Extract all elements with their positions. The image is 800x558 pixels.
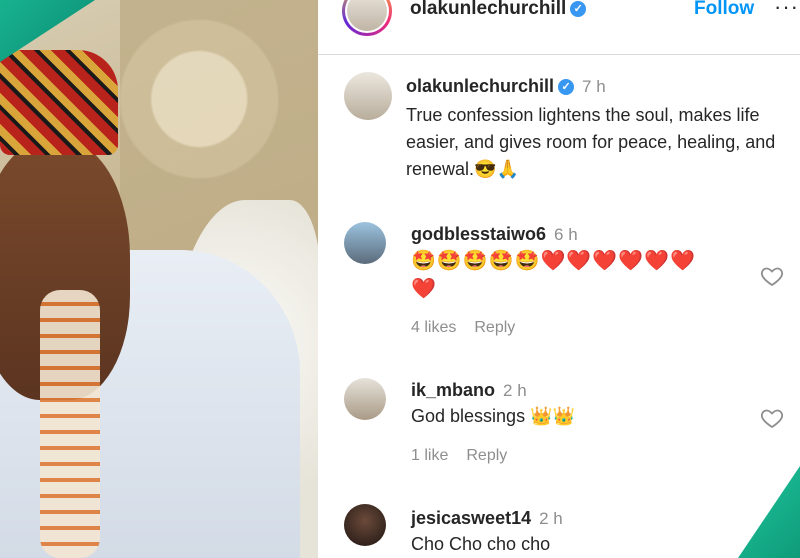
likes-count[interactable]: 4 likes — [411, 319, 456, 336]
follow-button[interactable]: Follow — [694, 0, 754, 20]
reply-button[interactable]: Reply — [474, 319, 515, 336]
author-avatar[interactable] — [342, 0, 392, 36]
comment-meta: 4 likes Reply — [411, 319, 533, 337]
comment-time: 2 h — [503, 381, 527, 400]
likes-count[interactable]: 1 like — [411, 447, 448, 464]
comment-text-line1: 🤩🤩🤩🤩🤩❤️❤️❤️❤️❤️❤️ — [411, 250, 696, 272]
verified-icon: ✓ — [558, 79, 575, 96]
comment-username[interactable]: ik_mbano 2 h — [411, 380, 527, 401]
post-header: olakunlechurchill ✓ Follow ··· — [318, 0, 800, 55]
caption-username[interactable]: olakunlechurchill ✓ 7 h — [406, 76, 606, 97]
like-heart-icon[interactable] — [760, 406, 784, 430]
comment-time: 2 h — [539, 509, 563, 528]
comment-avatar[interactable] — [344, 222, 386, 264]
coral-beads — [40, 290, 100, 558]
comment-text-line2: ❤️ — [411, 278, 437, 300]
comment-username[interactable]: godblesstaiwo6 6 h — [411, 224, 578, 245]
comment-time: 6 h — [554, 225, 578, 244]
caption-time: 7 h — [582, 77, 606, 96]
comments-panel: olakunlechurchill ✓ Follow ··· olakunlech… — [318, 0, 800, 558]
red-cap — [0, 50, 118, 155]
comment-avatar[interactable] — [344, 378, 386, 420]
reply-button[interactable]: Reply — [466, 447, 507, 464]
post-photo[interactable] — [0, 0, 318, 558]
verified-icon: ✓ — [570, 0, 587, 17]
comment-text: Cho Cho cho cho — [411, 534, 551, 554]
caption-avatar[interactable] — [344, 72, 392, 120]
comment-meta: 1 like Reply — [411, 447, 525, 465]
like-heart-icon[interactable] — [760, 264, 784, 288]
caption-text: True confession lightens the soul, makes… — [406, 105, 776, 179]
comment-username[interactable]: jesicasweet14 2 h — [411, 508, 563, 529]
comment-text: God blessings 👑👑 — [411, 406, 575, 426]
more-options-icon[interactable]: ··· — [774, 0, 799, 20]
comment-avatar[interactable] — [344, 504, 386, 546]
author-username[interactable]: olakunlechurchill ✓ — [410, 0, 587, 20]
